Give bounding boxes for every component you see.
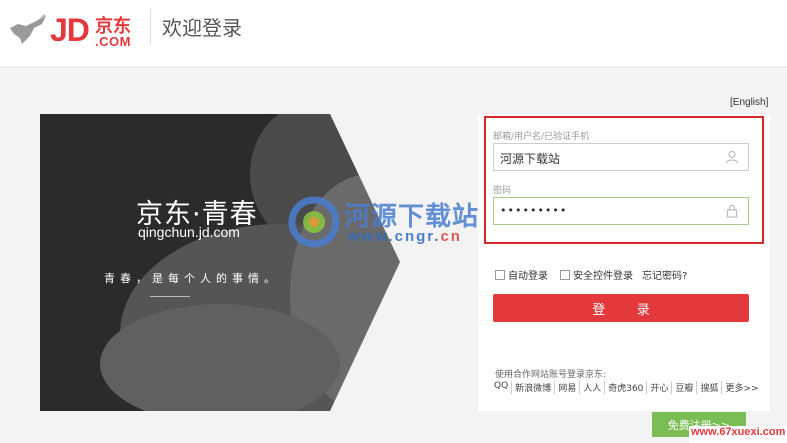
- auto-login-checkbox[interactable]: 自动登录: [495, 267, 548, 282]
- partner-link-renren[interactable]: 人人: [579, 381, 604, 394]
- auto-login-box[interactable]: [495, 269, 505, 280]
- login-button[interactable]: 登 录: [493, 294, 749, 322]
- partner-link-netease[interactable]: 网易: [554, 381, 579, 394]
- secure-control-box[interactable]: [560, 269, 570, 280]
- logo-com-text: .COM: [95, 34, 131, 49]
- password-input[interactable]: •••••••••: [493, 197, 749, 225]
- partner-link-kaixin[interactable]: 开心: [646, 381, 671, 394]
- partner-link-douban[interactable]: 豆瓣: [671, 381, 696, 394]
- password-label: 密码: [493, 186, 512, 196]
- watermark-url: www.cngr.cn: [348, 228, 462, 245]
- partner-link-weibo[interactable]: 新浪微博: [511, 381, 554, 394]
- banner-url: qingchun.jd.com: [138, 224, 240, 240]
- partner-link-more[interactable]: 更多>>: [721, 381, 761, 394]
- site-watermark: 河源下载站 www.cngr.cn: [288, 196, 503, 250]
- username-label: 邮箱/用户名/已验证手机: [493, 132, 590, 142]
- header: JD 京东 .COM 欢迎登录: [0, 0, 787, 60]
- promo-banner[interactable]: 京东·青春 qingchun.jd.com 青春，是每个人的事情。: [40, 114, 465, 411]
- auto-login-label: 自动登录: [508, 271, 548, 282]
- jd-dog-icon: [10, 14, 46, 44]
- forgot-password-link[interactable]: 忘记密码?: [642, 267, 687, 282]
- corner-watermark: www.67xuexi.com: [689, 426, 787, 443]
- page-title: 欢迎登录: [162, 16, 242, 40]
- username-input[interactable]: 河源下载站: [493, 143, 749, 171]
- watermark-url-cn: cn: [440, 228, 462, 245]
- banner-underline: [150, 296, 190, 297]
- secure-control-checkbox[interactable]: 安全控件登录: [560, 267, 633, 282]
- banner-slogan: 青春，是每个人的事情。: [104, 272, 280, 285]
- logo-jd-text: JD: [50, 12, 90, 48]
- user-icon: [725, 150, 739, 164]
- partner-links: QQ 新浪微博 网易 人人 奇虎360 开心 豆瓣 搜狐 更多>>: [494, 381, 762, 394]
- lock-icon: [726, 204, 738, 218]
- banner-photo: [40, 114, 465, 411]
- partner-link-360[interactable]: 奇虎360: [604, 381, 646, 394]
- header-divider: [150, 8, 151, 44]
- secure-control-label: 安全控件登录: [573, 271, 633, 282]
- watermark-logo-icon: [288, 196, 340, 248]
- login-page: JD 京东 .COM 欢迎登录 [English] 京东·青春 qingchun…: [0, 0, 787, 443]
- partner-login-title: 使用合作网站账号登录京东:: [495, 370, 607, 380]
- jd-logo[interactable]: JD 京东 .COM: [8, 8, 148, 52]
- watermark-url-main: www.cngr.: [348, 228, 441, 245]
- partner-link-qq[interactable]: QQ: [494, 381, 511, 394]
- partner-link-sohu[interactable]: 搜狐: [696, 381, 721, 394]
- english-link[interactable]: [English]: [730, 97, 768, 108]
